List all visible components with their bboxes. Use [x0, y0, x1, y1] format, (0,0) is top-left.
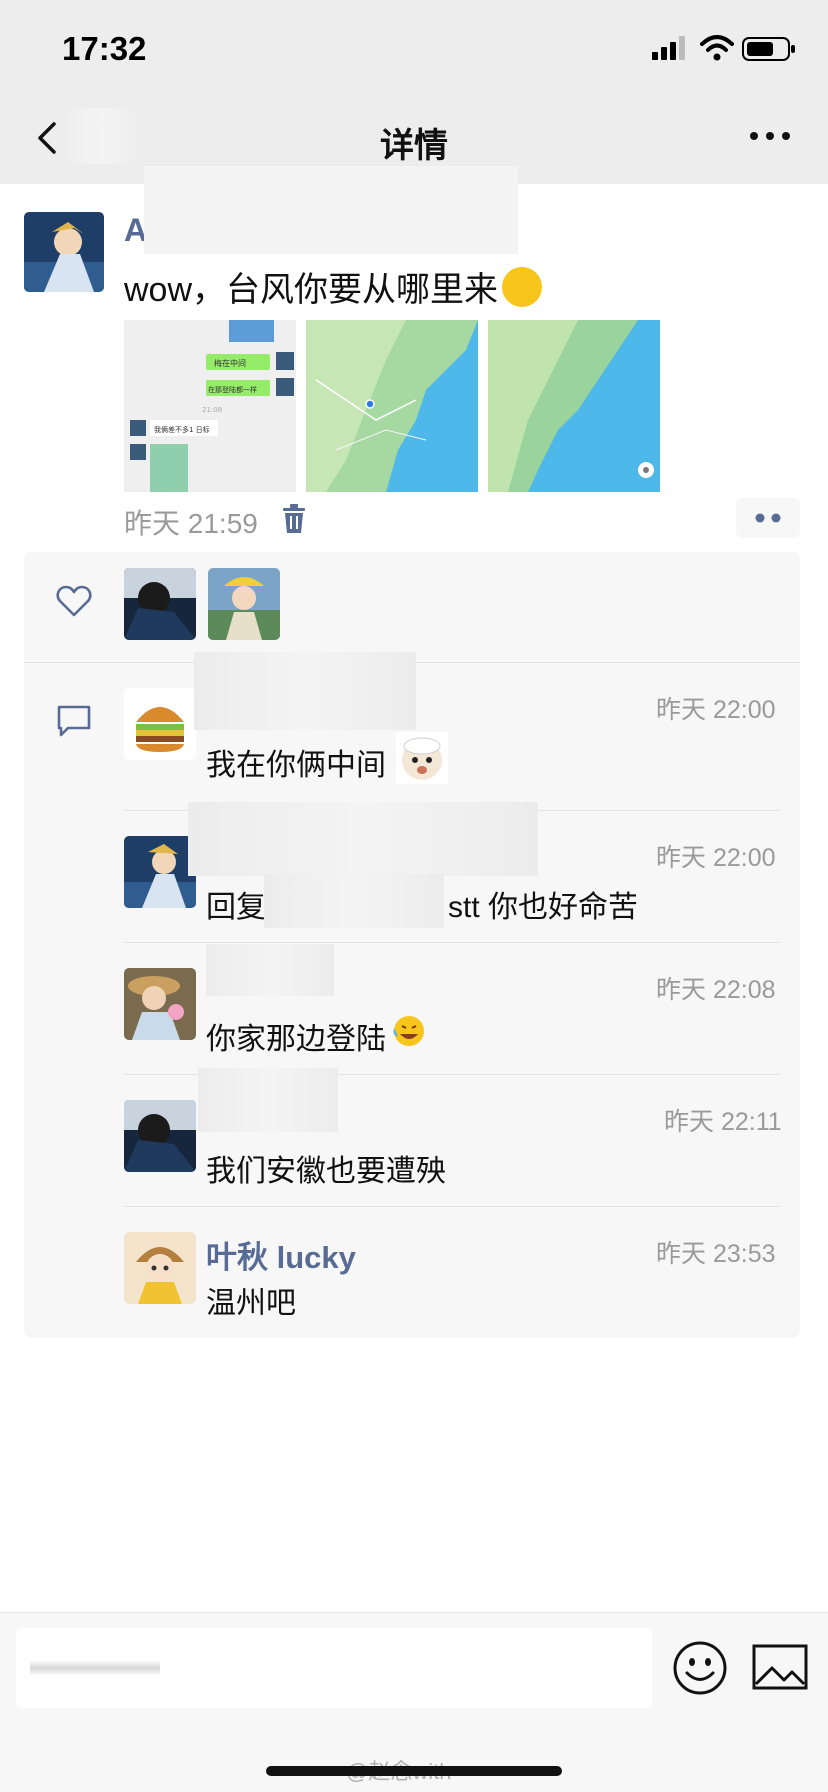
- hidden-reply-target[interactable]: [264, 874, 444, 928]
- comment-input-placeholder: [30, 1660, 160, 1676]
- comment-divider: [124, 1206, 780, 1207]
- post-text-content: wow，台风你要从哪里来: [124, 271, 499, 309]
- hidden-commenter-4: [198, 1068, 338, 1132]
- chat-bubble-3: 我俩差不多1 日标: [154, 425, 210, 434]
- wifi-icon: [700, 35, 734, 61]
- flushed-face-emoji: [502, 267, 543, 307]
- comment-avatar-1[interactable]: [124, 688, 196, 760]
- comment-time: 昨天 22:00: [656, 696, 776, 724]
- comment-text: 我在你俩中间: [206, 740, 386, 784]
- signal-icon: [652, 36, 685, 60]
- post-image-2[interactable]: [306, 320, 478, 492]
- comment-divider: [124, 942, 780, 943]
- sticker-icon: [396, 732, 448, 784]
- dots-icon: [755, 513, 781, 523]
- status-bar: 17:32: [0, 0, 828, 90]
- comment-avatar-3[interactable]: [124, 968, 196, 1040]
- emoji-button[interactable]: [672, 1640, 728, 1696]
- comment-text-content: 你家那边登陆: [206, 1023, 386, 1056]
- hidden-author-name: [144, 166, 518, 254]
- comment-text: 温州吧: [206, 1287, 296, 1320]
- comment-text-content: 我在你俩中间: [206, 749, 386, 782]
- comment-reply-prefix: 回复: [206, 891, 266, 924]
- home-indicator[interactable]: [266, 1766, 562, 1776]
- post-text: wow，台风你要从哪里来: [124, 262, 543, 311]
- comment-time: 昨天 22:00: [656, 844, 776, 872]
- comment-avatar-4[interactable]: [124, 1100, 196, 1172]
- like-avatar-2[interactable]: [208, 568, 280, 640]
- comment-avatar-2[interactable]: [124, 836, 196, 908]
- comment-text: 你家那边登陆: [206, 1014, 386, 1058]
- hidden-commenter-3: [206, 944, 334, 996]
- comment-time: 昨天 22:11: [664, 1108, 782, 1136]
- chat-bubble-2: 在那登陆都一样: [208, 385, 257, 394]
- like-avatar-1[interactable]: [124, 568, 196, 640]
- page-title: 详情: [380, 127, 448, 165]
- battery-icon: [742, 37, 795, 61]
- comment-time: 昨天 23:53: [656, 1240, 776, 1268]
- chat-bubble-1: 梅在中间: [214, 358, 246, 368]
- action-menu-button[interactable]: [736, 498, 800, 538]
- status-time: 17:32: [62, 30, 147, 67]
- commenter-name[interactable]: 叶秋 lucky: [206, 1232, 356, 1277]
- comment-icon: [57, 705, 91, 737]
- post-author-avatar[interactable]: [24, 212, 104, 292]
- heart-icon: [56, 585, 92, 617]
- comment-text: stt 你也好命苦: [448, 891, 639, 924]
- comment-avatar-5[interactable]: [124, 1232, 196, 1304]
- chat-time: 21:08: [202, 406, 222, 414]
- post-time: 昨天 21:59: [124, 508, 258, 539]
- hidden-commenter-1: [194, 652, 416, 730]
- comment-text: 我们安徽也要遭殃: [206, 1155, 446, 1188]
- post-image-1[interactable]: 梅在中间 在那登陆都一样 21:08 我俩差不多1 日标: [124, 320, 296, 492]
- post-image-3[interactable]: [488, 320, 660, 492]
- image-button[interactable]: [752, 1644, 808, 1690]
- laughing-crying-emoji: [393, 1016, 424, 1046]
- comment-time: 昨天 22:08: [656, 976, 776, 1004]
- more-button[interactable]: [748, 126, 792, 146]
- hidden-commenter-2: [188, 802, 538, 876]
- delete-icon[interactable]: [282, 504, 306, 534]
